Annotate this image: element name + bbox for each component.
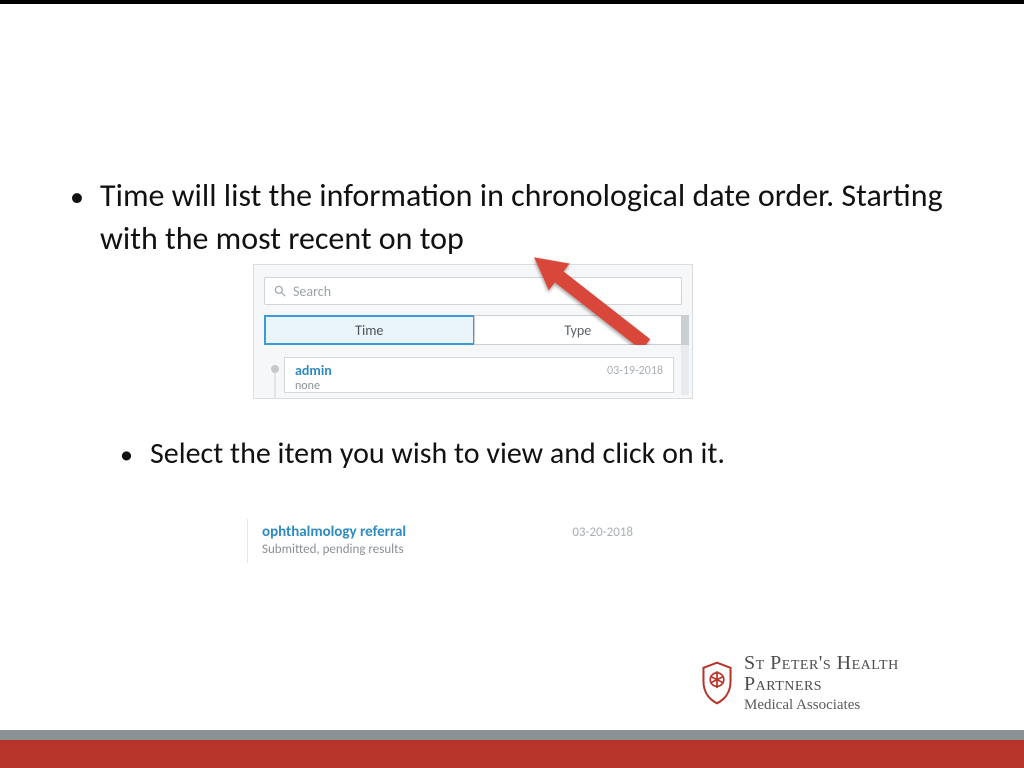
scrollbar-thumb[interactable] — [681, 315, 689, 345]
brand-logo: St Peter's Health Partners Medical Assoc… — [700, 648, 1000, 718]
search-input[interactable]: Search — [264, 277, 682, 305]
brand-text: St Peter's Health Partners Medical Assoc… — [744, 653, 899, 714]
item-date: 03-20-2018 — [572, 525, 633, 540]
brand-line2: Medical Associates — [744, 697, 899, 714]
bullet-marker — [120, 434, 150, 475]
search-placeholder: Search — [293, 283, 331, 300]
bullet-1-text: Time will list the information in chrono… — [100, 174, 970, 260]
content-area: Time will list the information in chrono… — [70, 174, 970, 260]
footer-bar-red — [0, 740, 1024, 768]
bullet-2: Select the item you wish to view and cli… — [120, 434, 940, 475]
screenshot-panel: Search Time Type admin 03-19-2018 none — [253, 264, 693, 399]
slide: Time will list the information in chrono… — [0, 0, 1024, 768]
brand-line1b: Partners — [744, 674, 899, 695]
list-item[interactable]: ophthalmology referral 03-20-2018 Submit… — [247, 519, 647, 563]
bullet-marker — [70, 174, 100, 260]
tab-time[interactable]: Time — [264, 315, 475, 345]
item-subtitle: Submitted, pending results — [262, 542, 635, 557]
entry-date: 03-19-2018 — [607, 364, 663, 378]
timeline-line-icon — [274, 373, 276, 399]
footer-bars — [0, 730, 1024, 768]
footer-bar-gray — [0, 730, 1024, 740]
timeline-dot-icon — [271, 365, 279, 373]
bullet-1: Time will list the information in chrono… — [70, 174, 970, 260]
tab-bar: Time Type — [264, 315, 682, 345]
scrollbar[interactable] — [681, 315, 689, 395]
entry-subtitle: none — [295, 379, 663, 393]
search-icon — [273, 284, 287, 298]
bullet-2-text: Select the item you wish to view and cli… — [150, 434, 940, 475]
shield-icon — [700, 661, 734, 705]
brand-line1a: St Peter's Health — [744, 653, 899, 674]
list-item[interactable]: admin 03-19-2018 none — [284, 357, 674, 393]
tab-type[interactable]: Type — [474, 315, 683, 345]
